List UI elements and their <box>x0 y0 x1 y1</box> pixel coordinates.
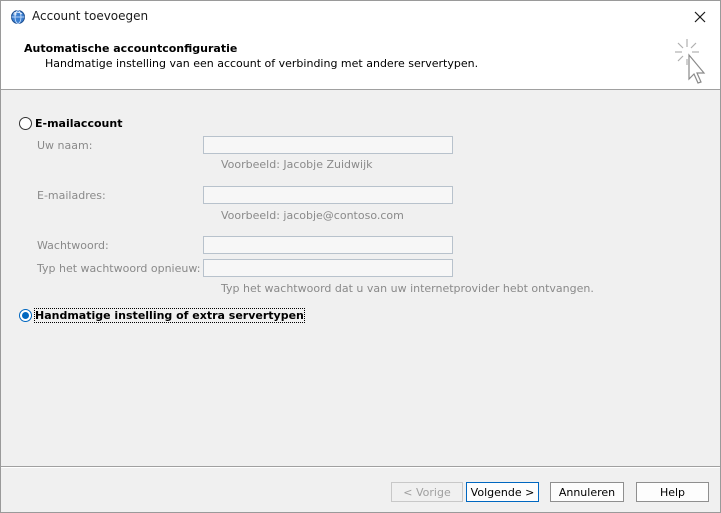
close-button[interactable] <box>680 1 720 33</box>
email-hint: Voorbeeld: jacobje@contoso.com <box>221 209 404 222</box>
name-label: Uw naam: <box>37 139 93 152</box>
back-button[interactable]: < Vorige <box>391 482 463 502</box>
footer-divider <box>1 466 720 468</box>
email-field[interactable] <box>203 186 453 204</box>
header-subtitle: Handmatige instelling van een account of… <box>45 57 479 70</box>
password-field[interactable] <box>203 236 453 254</box>
email-account-radio[interactable] <box>19 117 32 130</box>
name-field[interactable] <box>203 136 453 154</box>
title-bar: Account toevoegen <box>1 1 720 33</box>
email-account-label[interactable]: E-mailaccount <box>35 117 122 130</box>
manual-setup-radio[interactable] <box>19 309 32 322</box>
password-repeat-field[interactable] <box>203 259 453 277</box>
email-label: E-mailadres: <box>37 189 106 202</box>
close-icon <box>694 11 706 23</box>
wizard-cursor-icon <box>671 37 711 87</box>
manual-setup-label[interactable]: Handmatige instelling of extra servertyp… <box>34 308 305 323</box>
name-hint: Voorbeeld: Jacobje Zuidwijk <box>221 158 373 171</box>
wizard-header: Automatische accountconfiguratie Handmat… <box>1 33 720 90</box>
password-label: Wachtwoord: <box>37 239 109 252</box>
outlook-globe-icon <box>10 9 26 25</box>
help-button[interactable]: Help <box>636 482 709 502</box>
header-title: Automatische accountconfiguratie <box>24 42 238 55</box>
next-button[interactable]: Volgende > <box>466 482 539 502</box>
cancel-button[interactable]: Annuleren <box>550 482 624 502</box>
window-title: Account toevoegen <box>32 9 149 23</box>
password-repeat-label: Typ het wachtwoord opnieuw: <box>37 262 201 275</box>
password-hint: Typ het wachtwoord dat u van uw internet… <box>221 282 594 295</box>
add-account-dialog: Account toevoegen Automatische accountco… <box>0 0 721 513</box>
